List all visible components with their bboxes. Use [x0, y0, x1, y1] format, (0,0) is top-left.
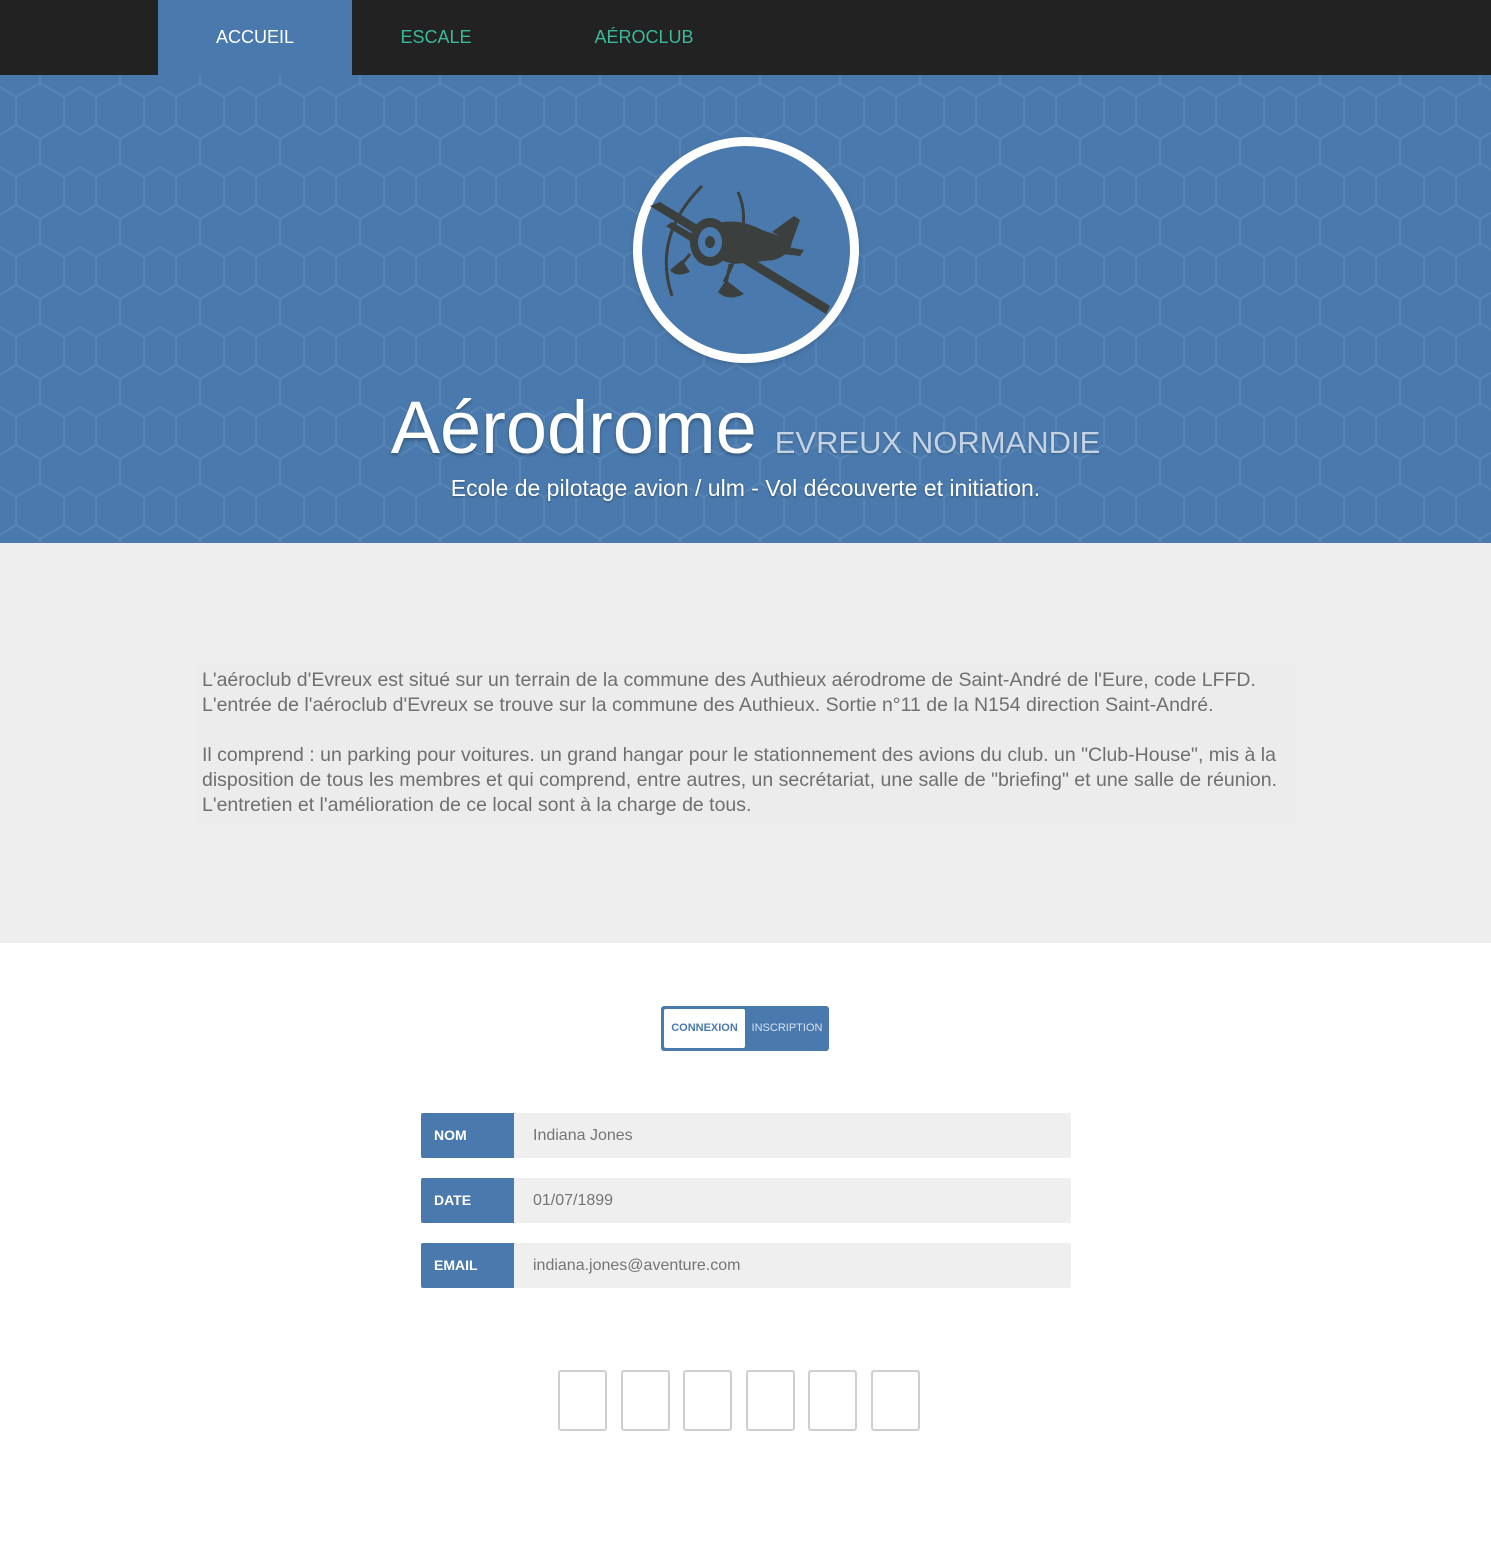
page-title: Aérodrome	[390, 386, 757, 469]
name-input[interactable]	[514, 1113, 1071, 1158]
nav-item-accueil[interactable]: ACCUEIL	[158, 0, 352, 75]
page-subtitle: EVREUX NORMANDIE	[774, 425, 1101, 460]
code-digit-input[interactable]	[746, 1370, 795, 1431]
hero-tagline: Ecole de pilotage avion / ulm - Vol déco…	[450, 475, 1041, 501]
info-section: L'aéroclub d'Evreux est situé sur un ter…	[0, 543, 1491, 943]
info-paragraph-location: L'aéroclub d'Evreux est situé sur un ter…	[202, 669, 1256, 716]
date-field: DATE	[421, 1178, 1071, 1223]
email-input[interactable]	[514, 1243, 1071, 1288]
name-field-label: NOM	[421, 1113, 514, 1158]
vintage-airplane-icon	[650, 184, 830, 314]
nav-item-escale[interactable]: ESCALE	[352, 0, 520, 75]
code-digit-input[interactable]	[871, 1370, 920, 1431]
hero-banner: Aérodrome EVREUX NORMANDIE Ecole de pilot…	[0, 75, 1491, 543]
email-field-label: EMAIL	[421, 1243, 514, 1288]
info-text-box: L'aéroclub d'Evreux est situé sur un ter…	[195, 665, 1295, 823]
code-digit-input[interactable]	[621, 1370, 670, 1431]
date-field-label: DATE	[421, 1178, 514, 1223]
email-field: EMAIL	[421, 1243, 1071, 1288]
top-navigation: ACCUEIL ESCALE AÉROCLUB	[0, 0, 1491, 75]
inscription-tab[interactable]: INSCRIPTION	[745, 1009, 829, 1048]
code-digit-input[interactable]	[808, 1370, 857, 1431]
code-digit-input[interactable]	[683, 1370, 732, 1431]
name-field: NOM	[421, 1113, 1071, 1158]
aeroclub-emblem	[633, 137, 859, 363]
nav-item-aeroclub[interactable]: AÉROCLUB	[560, 0, 728, 75]
hero-heading: Aérodrome EVREUX NORMANDIE	[0, 385, 1491, 470]
connexion-tab[interactable]: CONNEXION	[664, 1009, 745, 1048]
code-digit-input[interactable]	[558, 1370, 607, 1431]
date-input[interactable]	[514, 1178, 1071, 1223]
info-paragraph-facilities: Il comprend : un parking pour voitures. …	[202, 744, 1278, 816]
auth-mode-toggle: CONNEXION INSCRIPTION	[661, 1006, 829, 1051]
